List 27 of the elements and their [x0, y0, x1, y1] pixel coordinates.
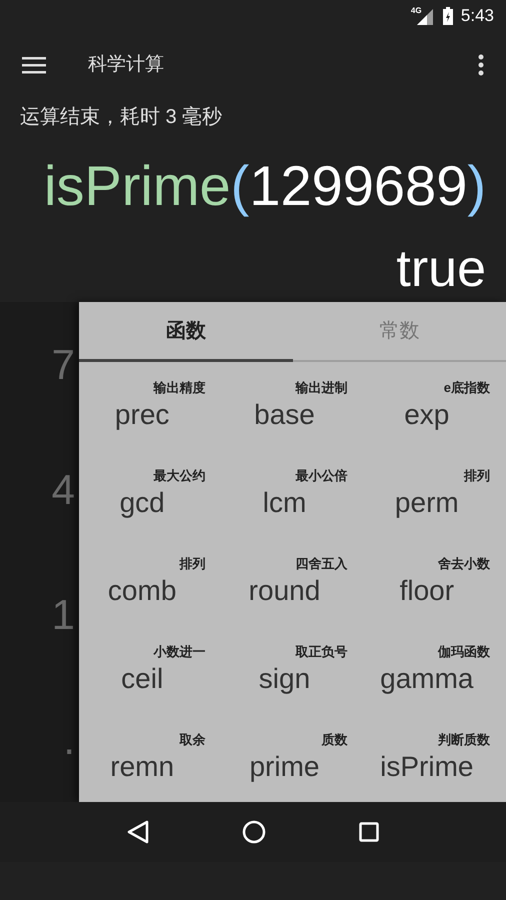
toolbar-title: 科学计算: [88, 52, 164, 77]
function-key[interactable]: 输出精度 prec: [79, 362, 222, 450]
function-key[interactable]: 排列 perm: [364, 450, 506, 538]
more-options-icon[interactable]: [478, 54, 484, 76]
network-type: 4G: [410, 7, 422, 15]
status-message: 运算结束，耗时 3 毫秒: [20, 105, 222, 130]
function-key[interactable]: 输出进制 base: [221, 362, 364, 450]
clock: 5:43: [460, 5, 494, 28]
function-key[interactable]: 小数进一 ceil: [79, 626, 222, 714]
function-key[interactable]: 最大公约 gcd: [79, 450, 222, 538]
home-icon[interactable]: [242, 820, 266, 844]
function-key[interactable]: 最小公倍 lcm: [221, 450, 364, 538]
function-key[interactable]: 舍去小数 floor: [364, 538, 506, 626]
recent-apps-icon[interactable]: [359, 822, 380, 842]
result: true: [396, 243, 486, 295]
function-key[interactable]: 伽玛函数 gamma: [364, 626, 506, 714]
menu-icon[interactable]: [22, 56, 46, 74]
function-key[interactable]: 判断质数 isPrime: [364, 714, 506, 802]
function-key[interactable]: 取余 remn: [79, 714, 222, 802]
function-key[interactable]: e底指数 exp: [364, 362, 506, 450]
function-key[interactable]: 取正负号 sign: [221, 626, 364, 714]
function-key[interactable]: 排列 comb: [79, 538, 222, 626]
panel-tab[interactable]: 函数: [79, 302, 292, 362]
battery-icon: [442, 7, 453, 25]
function-key[interactable]: 四舍五入 round: [221, 538, 364, 626]
function-key[interactable]: 质数 prime: [221, 714, 364, 802]
back-icon[interactable]: [126, 820, 149, 844]
